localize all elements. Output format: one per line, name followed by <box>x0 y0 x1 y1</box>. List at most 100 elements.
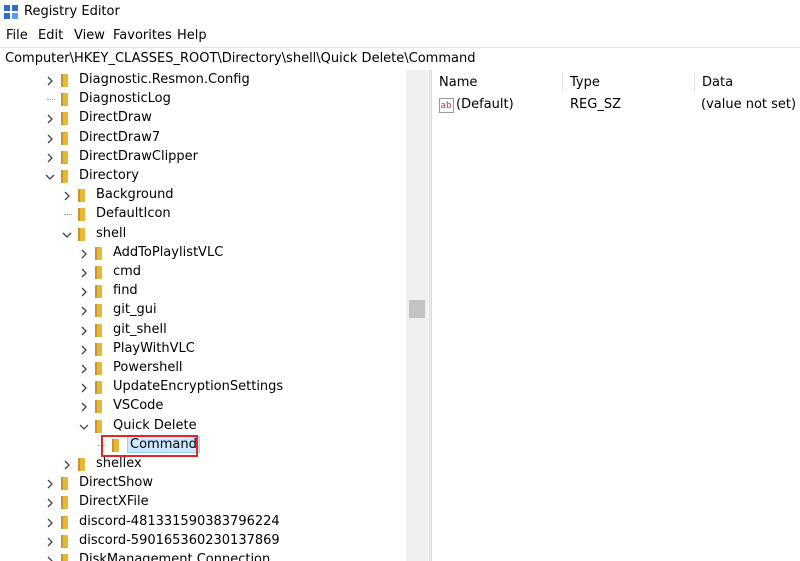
column-header-data[interactable]: Data <box>695 70 800 93</box>
value-row[interactable]: ab (Default) REG_SZ (value not set) <box>432 96 800 115</box>
window-title: Registry Editor <box>24 4 120 19</box>
tree-scrollbar[interactable] <box>406 70 428 561</box>
menu-favorites[interactable]: Favorites <box>113 28 172 43</box>
svg-text:ab: ab <box>441 101 453 111</box>
value-type: REG_SZ <box>570 97 621 112</box>
chevron-right-icon[interactable] <box>78 263 90 282</box>
chevron-right-icon[interactable] <box>78 378 90 397</box>
tree-item-label: Quick Delete <box>113 417 197 433</box>
tree-item[interactable]: PlayWithVLC <box>0 340 406 359</box>
tree-item[interactable]: DirectDrawClipper <box>0 148 406 167</box>
tree-item[interactable]: DirectDraw <box>0 109 406 128</box>
chevron-right-icon[interactable] <box>44 532 56 551</box>
tree-item[interactable]: Command <box>0 435 406 455</box>
tree-item-label: PlayWithVLC <box>113 340 195 356</box>
chevron-down-icon[interactable] <box>61 225 73 244</box>
chevron-right-icon[interactable] <box>78 397 90 416</box>
tree-item[interactable]: discord-481331590383796224 <box>0 513 406 532</box>
tree-item-label: DiagnosticLog <box>79 91 171 107</box>
tree-item[interactable]: cmd <box>0 263 406 282</box>
menu-edit[interactable]: Edit <box>38 28 63 43</box>
chevron-right-icon[interactable] <box>61 455 73 474</box>
tree-item-label: git_shell <box>113 321 167 337</box>
chevron-right-icon[interactable] <box>44 551 56 561</box>
chevron-right-icon[interactable] <box>61 186 73 205</box>
menu-file[interactable]: File <box>6 28 28 43</box>
folder-icon <box>61 477 68 491</box>
chevron-down-icon[interactable] <box>78 417 90 436</box>
folder-icon <box>112 438 119 452</box>
chevron-right-icon[interactable] <box>78 282 90 301</box>
tree-item[interactable]: Quick Delete <box>0 417 406 436</box>
chevron-right-icon[interactable] <box>78 359 90 378</box>
tree-item[interactable]: VSCode <box>0 397 406 416</box>
folder-icon <box>78 189 85 203</box>
tree-item[interactable]: Background <box>0 186 406 205</box>
chevron-right-icon[interactable] <box>44 129 56 148</box>
tree-item-label: find <box>113 283 138 299</box>
tree-item[interactable]: shellex <box>0 455 406 474</box>
tree-item[interactable]: DefaultIcon <box>0 205 406 224</box>
tree-item-label: DirectXFile <box>79 494 149 510</box>
folder-icon <box>61 150 68 164</box>
chevron-right-icon[interactable] <box>78 244 90 263</box>
menu-help[interactable]: Help <box>177 28 207 43</box>
chevron-right-icon[interactable] <box>44 71 56 90</box>
tree-item[interactable]: DiskManagement.Connection <box>0 551 406 561</box>
tree-item[interactable]: DirectXFile <box>0 493 406 512</box>
column-header-type[interactable]: Type <box>563 70 694 93</box>
tree-item-label: shellex <box>96 456 142 471</box>
chevron-right-icon[interactable] <box>44 513 56 532</box>
tree-item[interactable]: Directory <box>0 167 406 186</box>
tree-item-label: DirectDraw7 <box>79 129 161 145</box>
tree-item[interactable]: AddToPlaylistVLC <box>0 244 406 263</box>
tree-item[interactable]: DirectDraw7 <box>0 129 406 148</box>
tree-item-label: git_gui <box>113 302 157 318</box>
tree-item[interactable]: UpdateEncryptionSettings <box>0 378 406 397</box>
folder-icon <box>78 227 85 241</box>
tree-item[interactable]: git_gui <box>0 301 406 320</box>
address-path[interactable]: Computer\HKEY_CLASSES_ROOT\Directory\she… <box>5 51 475 66</box>
folder-icon <box>61 515 68 529</box>
folder-icon <box>61 534 68 548</box>
tree-item[interactable]: shell <box>0 225 406 244</box>
tree-connector <box>47 99 55 101</box>
column-type-label: Type <box>570 75 600 90</box>
tree-item-label: DirectDraw <box>79 110 152 126</box>
menu-view[interactable]: View <box>74 28 105 43</box>
chevron-right-icon[interactable] <box>78 340 90 359</box>
tree-item-label: DirectDrawClipper <box>79 148 199 164</box>
folder-icon <box>61 554 68 561</box>
values-pane: Name Type Data ab (Default) REG_SZ (valu… <box>432 70 800 561</box>
tree-item[interactable]: find <box>0 282 406 301</box>
registry-tree[interactable]: Diagnostic.Resmon.Config DiagnosticLog Dir… <box>0 70 429 561</box>
tree-connector <box>64 214 72 216</box>
chevron-right-icon[interactable] <box>44 109 56 128</box>
chevron-right-icon[interactable] <box>78 301 90 320</box>
tree-item-label: discord-590165360230137869 <box>79 532 280 548</box>
scrollbar-thumb[interactable] <box>409 300 425 318</box>
chevron-right-icon[interactable] <box>44 493 56 512</box>
tree-item[interactable]: Diagnostic.Resmon.Config <box>0 71 406 90</box>
tree-item[interactable]: git_shell <box>0 321 406 340</box>
chevron-right-icon[interactable] <box>44 148 56 167</box>
tree-item[interactable]: Powershell <box>0 359 406 378</box>
tree-item-label: DiskManagement.Connection <box>79 552 271 561</box>
column-header-name[interactable]: Name <box>432 70 562 93</box>
value-data: (value not set) <box>701 97 797 112</box>
tree-item-label: Directory <box>79 168 139 183</box>
tree-item[interactable]: discord-590165360230137869 <box>0 532 406 551</box>
chevron-right-icon[interactable] <box>44 474 56 493</box>
folder-icon <box>95 362 102 375</box>
folder-icon <box>95 381 102 395</box>
folder-icon <box>95 285 102 299</box>
chevron-right-icon[interactable] <box>78 321 90 340</box>
folder-icon <box>61 170 68 183</box>
tree-item[interactable]: DirectShow <box>0 474 406 493</box>
tree-item[interactable]: DiagnosticLog <box>0 90 406 109</box>
tree-item-label: Diagnostic.Resmon.Config <box>79 72 250 87</box>
column-name-label: Name <box>439 75 478 90</box>
value-name: (Default) <box>456 97 514 112</box>
address-bar[interactable]: Computer\HKEY_CLASSES_ROOT\Directory\she… <box>0 47 800 71</box>
chevron-down-icon[interactable] <box>44 167 56 186</box>
